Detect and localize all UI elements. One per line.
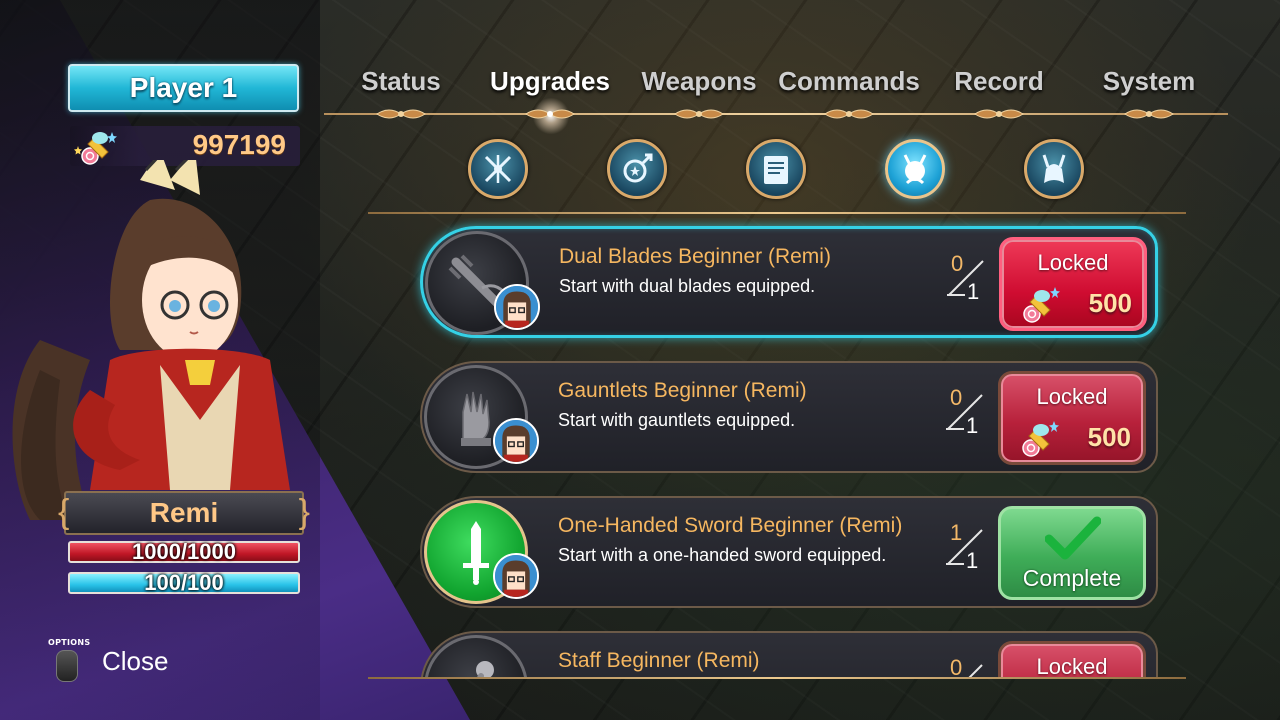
- upgrade-weapon-icon: [424, 635, 528, 678]
- tab-commands[interactable]: Commands: [778, 66, 920, 97]
- locked-purchase-button[interactable]: Locked 500: [999, 237, 1147, 331]
- options-button-label: OPTIONS: [48, 638, 91, 647]
- upgrade-description: Start with dual blades equipped.: [559, 276, 816, 296]
- upgrade-price: 500: [1087, 422, 1131, 452]
- tab-ornament: [376, 109, 426, 119]
- status-label: Locked: [1036, 384, 1108, 409]
- upgrade-title: One-Handed Sword Beginner (Remi): [558, 514, 903, 537]
- tab-system[interactable]: System: [1103, 66, 1196, 97]
- upgrade-description: Start with gauntlets equipped.: [558, 410, 796, 430]
- upgrade-description: Start with a one-handed sword equipped.: [558, 545, 887, 565]
- tab-weapons[interactable]: Weapons: [641, 66, 756, 97]
- tab-divider: [324, 113, 1228, 115]
- checkmark-icon: [1045, 516, 1101, 560]
- book-icon[interactable]: [746, 139, 806, 199]
- magic-icon[interactable]: [607, 139, 667, 199]
- currency-value: 997199: [192, 129, 286, 160]
- upgrade-title: Dual Blades Beginner (Remi): [559, 245, 831, 268]
- upgrade-list: Dual Blades Beginner (Remi) Start with d…: [368, 218, 1186, 678]
- weapons-icon[interactable]: [468, 139, 528, 199]
- progress-total: 1: [966, 413, 979, 438]
- player-label: Player 1: [68, 64, 299, 112]
- upgrade-row[interactable]: Gauntlets Beginner (Remi) Start with gau…: [420, 361, 1158, 473]
- tab-status[interactable]: Status: [361, 66, 440, 97]
- progress-total: 1: [966, 548, 979, 573]
- list-top-divider: [368, 212, 1186, 214]
- menu-tabs: Status Upgrades Weapons Commands Record …: [320, 60, 1230, 136]
- remi-portrait-icon: [493, 418, 539, 464]
- tab-ornament: [824, 109, 874, 119]
- progress-total: 1: [967, 279, 980, 304]
- character-name-plate: { Remi }: [58, 491, 310, 535]
- upgrade-title: Gauntlets Beginner (Remi): [558, 379, 807, 402]
- list-bottom-divider: [368, 677, 1186, 679]
- mp-bar: 100/100: [68, 570, 300, 595]
- tab-ornament: [525, 109, 575, 119]
- close-label: Close: [102, 646, 169, 676]
- upgrade-weapon-icon: [424, 365, 539, 469]
- status-label: Locked: [1037, 250, 1109, 275]
- status-label: Complete: [1022, 565, 1122, 591]
- upgrade-price: 500: [1088, 288, 1132, 318]
- remi-portrait-icon: [493, 553, 539, 599]
- upgrade-row[interactable]: Dual Blades Beginner (Remi) Start with d…: [420, 226, 1158, 338]
- upgrade-weapon-icon: [424, 500, 539, 604]
- remi-character-portrait: [12, 160, 290, 520]
- tab-ornament: [674, 109, 724, 119]
- hp-bar: 1000/1000: [68, 539, 300, 564]
- tab-upgrades[interactable]: Upgrades: [490, 66, 610, 97]
- character-name: Remi: [149, 497, 219, 528]
- upgrade-progress: 0 1: [944, 385, 984, 441]
- locked-purchase-button[interactable]: Locked 500: [998, 371, 1146, 465]
- tab-record[interactable]: Record: [954, 66, 1044, 97]
- upgrade-progress: 0 1: [945, 251, 985, 307]
- tab-ornament: [1124, 109, 1174, 119]
- progress-slash-icon: [967, 664, 983, 678]
- candy-currency-icon: [1023, 287, 1060, 323]
- upgrade-progress: 0: [944, 655, 984, 678]
- tab-ornament: [974, 109, 1024, 119]
- remi-portrait-icon: [494, 284, 540, 330]
- upgrade-row[interactable]: One-Handed Sword Beginner (Remi) Start w…: [420, 496, 1158, 608]
- complete-status-button[interactable]: Complete: [998, 506, 1146, 600]
- upgrade-title: Staff Beginner (Remi): [558, 649, 760, 672]
- upgrade-row[interactable]: Staff Beginner (Remi) 0 Locked: [420, 631, 1158, 678]
- spirit-icon[interactable]: [1024, 139, 1084, 199]
- options-button-icon: [56, 650, 78, 682]
- staff-icon: [476, 661, 494, 678]
- upgrade-progress: 1 1: [944, 520, 984, 576]
- remi-icon[interactable]: [885, 139, 945, 199]
- status-label: Locked: [1036, 654, 1108, 678]
- candy-currency-icon: [1022, 421, 1059, 457]
- locked-purchase-button[interactable]: Locked: [998, 641, 1146, 678]
- upgrade-weapon-icon: [425, 231, 540, 335]
